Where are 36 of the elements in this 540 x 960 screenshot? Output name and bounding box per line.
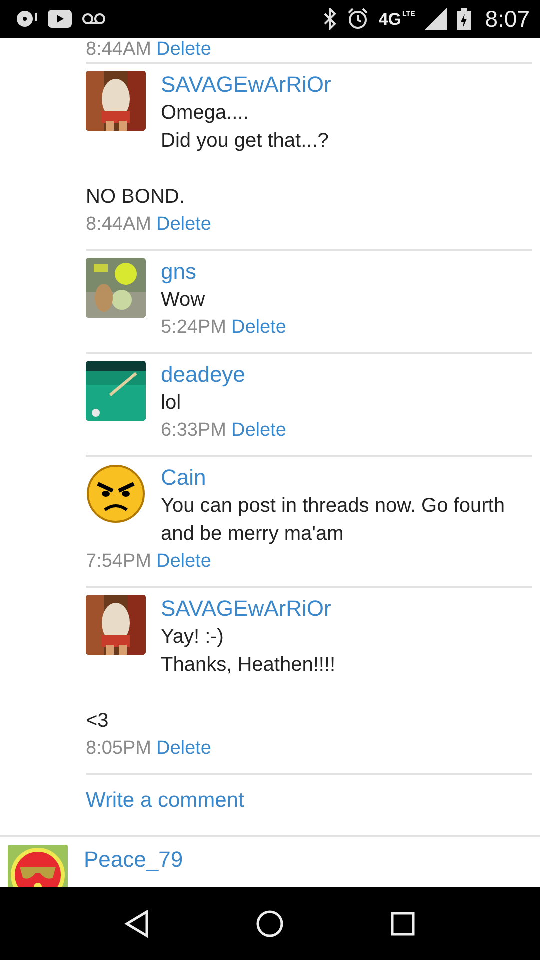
comment-time: 8:44AM [86,214,152,235]
comment-time: 8:44AM [86,39,152,60]
comment-time: 7:54PM [86,551,152,572]
clock-time: 8:07 [485,6,530,32]
play-icon [48,10,72,28]
comment-author[interactable]: SAVAGEwArRiOr [161,595,532,623]
comment-author[interactable]: gns [161,258,532,286]
voicemail-icon [82,13,106,25]
delete-link[interactable]: Delete [231,317,286,338]
comment-time: 8:05PM [86,738,152,759]
disc-icon [14,9,38,29]
comment-text: NO BOND. [86,185,186,210]
delete-link[interactable]: Delete [156,738,212,759]
write-comment-link[interactable]: Write a comment [86,773,532,835]
sunglasses-avatar-icon [8,845,68,887]
delete-link[interactable]: Delete [156,551,212,572]
angry-emoji-icon [86,464,146,524]
post-author[interactable]: Peace_79 [84,847,184,887]
signal-icon [425,8,448,30]
delete-link[interactable]: Delete [156,39,212,60]
comment-time: 5:24PM [161,317,226,338]
delete-link[interactable]: Delete [231,420,286,441]
battery-icon [457,8,472,30]
comment-text: You can post in threads now. Go fourth and be merry ma'am [161,494,506,547]
comment-text: <3 [86,709,110,734]
comment-author[interactable]: SAVAGEwArRiOr [161,71,532,99]
comment-time: 6:33PM [161,420,226,441]
alarm-icon [346,8,369,30]
comment-text: Wow [161,288,206,313]
comment-text: lol [161,391,182,416]
comment-text: Yay! :-) Thanks, Heathen!!!! [161,625,337,678]
comment-author[interactable]: Cain [161,464,532,492]
bluetooth-icon [322,8,337,30]
delete-link[interactable]: Delete [156,214,212,235]
comment-text: Omega.... Did you get that...? [161,101,330,154]
comment-author[interactable]: deadeye [161,361,532,389]
